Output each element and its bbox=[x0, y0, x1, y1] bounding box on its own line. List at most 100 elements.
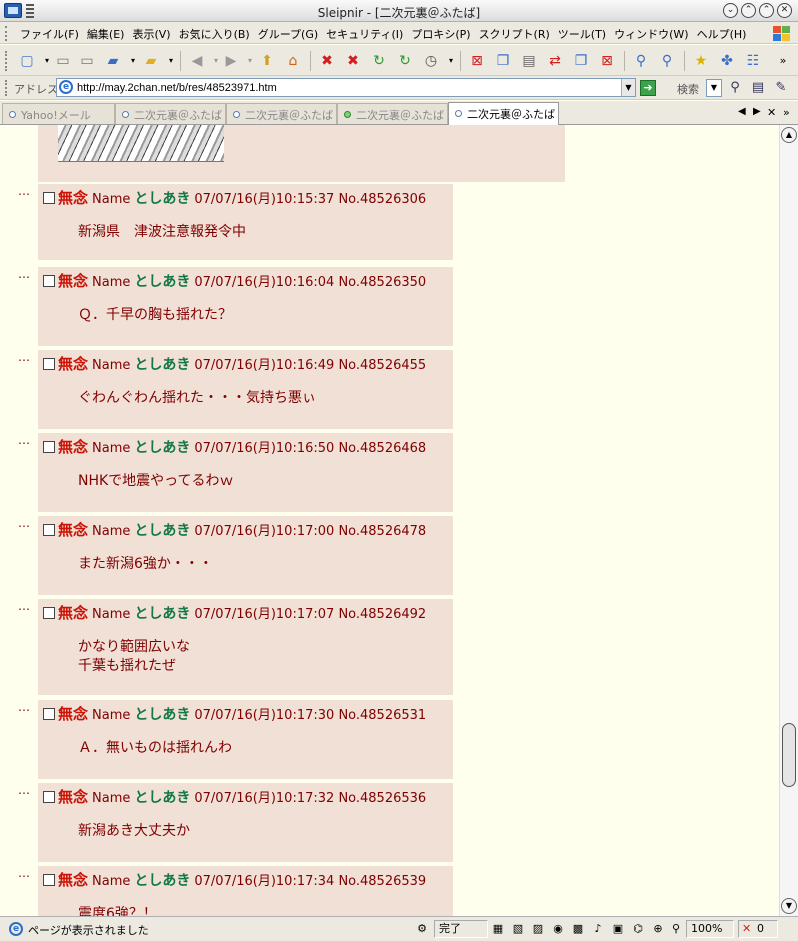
activex-icon[interactable]: ▩ bbox=[570, 921, 586, 937]
search-button[interactable]: ⚲ bbox=[727, 80, 743, 96]
highlight-button[interactable]: ⚲ bbox=[656, 50, 678, 72]
menu-script[interactable]: スクリプト(R) bbox=[479, 26, 550, 42]
tab-list-button[interactable]: » bbox=[783, 106, 790, 119]
reply-number[interactable]: No.48526350 bbox=[338, 275, 426, 290]
reply-number[interactable]: No.48526536 bbox=[338, 791, 426, 806]
menu-window[interactable]: ウィンドウ(W) bbox=[614, 26, 688, 42]
scroll-down-button[interactable]: ⌄ bbox=[723, 3, 738, 18]
reply-number[interactable]: No.48526468 bbox=[338, 441, 426, 456]
forward-dropdown[interactable]: ▾ bbox=[242, 50, 252, 72]
reply-number[interactable]: No.48526539 bbox=[338, 874, 426, 889]
menu-file[interactable]: ファイル(F) bbox=[20, 26, 79, 42]
search-engine-dropdown[interactable]: ▼ bbox=[706, 79, 722, 97]
open-folder-dropdown[interactable]: ▾ bbox=[124, 50, 136, 72]
new-page-button[interactable]: ▢ bbox=[16, 50, 38, 72]
zoom-level[interactable]: 100% bbox=[686, 920, 734, 938]
reload-all-button[interactable]: ↻ bbox=[394, 50, 416, 72]
scroll-up-button[interactable]: ⌃ bbox=[741, 3, 756, 18]
close-all-button[interactable]: ⊠ bbox=[596, 50, 618, 72]
popup-block-icon[interactable]: ▣ bbox=[610, 921, 626, 937]
close-others-button[interactable]: ✖ bbox=[342, 50, 364, 72]
blocked-count[interactable]: ✕ 0 bbox=[738, 920, 778, 938]
favorites-folder-button[interactable]: ▰ bbox=[140, 50, 162, 72]
reply-number[interactable]: No.48526492 bbox=[338, 607, 426, 622]
java-icon[interactable]: ◉ bbox=[550, 921, 566, 937]
groups-button[interactable]: ✤ bbox=[716, 50, 738, 72]
close-button[interactable]: ✕ bbox=[777, 3, 792, 18]
favorites-button[interactable]: ★ bbox=[690, 50, 712, 72]
delete-checkbox[interactable] bbox=[43, 275, 55, 287]
address-dropdown[interactable]: ▼ bbox=[621, 79, 635, 96]
address-handle[interactable] bbox=[5, 80, 9, 96]
open-folder-button[interactable]: ▰ bbox=[102, 50, 124, 72]
document-button[interactable]: ▭ bbox=[52, 50, 74, 72]
tab-yahoo-mail[interactable]: Yahoo!メール bbox=[2, 103, 115, 124]
menu-favorites[interactable]: お気に入り(B) bbox=[179, 26, 250, 42]
restore-button[interactable]: ⌃ bbox=[759, 3, 774, 18]
delete-checkbox[interactable] bbox=[43, 358, 55, 370]
vertical-scrollbar[interactable]: ▲ ▼ bbox=[779, 125, 798, 916]
cookie-icon[interactable]: ▧ bbox=[510, 921, 526, 937]
menu-edit[interactable]: 編集(E) bbox=[87, 26, 125, 42]
tree-button[interactable]: ☷ bbox=[742, 50, 764, 72]
tab-futaba-3[interactable]: 二次元裏＠ふたば bbox=[337, 103, 448, 124]
delete-checkbox[interactable] bbox=[43, 192, 55, 204]
reload-button[interactable]: ↻ bbox=[368, 50, 390, 72]
sound-icon[interactable]: ♪ bbox=[590, 921, 606, 937]
close-tab-button[interactable]: ✖ bbox=[316, 50, 338, 72]
tab-futaba-1[interactable]: 二次元裏＠ふたば bbox=[115, 103, 226, 124]
tile-button[interactable]: ▤ bbox=[518, 50, 540, 72]
proxy-status-icon[interactable]: ⚙ bbox=[414, 921, 430, 937]
find-button[interactable]: ⚲ bbox=[630, 50, 652, 72]
toolbar-handle[interactable] bbox=[5, 51, 9, 71]
back-dropdown[interactable]: ▾ bbox=[208, 50, 218, 72]
post-thumbnail-image[interactable] bbox=[58, 125, 224, 162]
delete-checkbox[interactable] bbox=[43, 791, 55, 803]
delete-checkbox[interactable] bbox=[43, 607, 55, 619]
reply-number[interactable]: No.48526478 bbox=[338, 524, 426, 539]
search-page-button[interactable]: ▤ bbox=[750, 80, 766, 96]
cascade-button[interactable]: ❐ bbox=[492, 50, 514, 72]
reply-number[interactable]: No.48526306 bbox=[338, 192, 426, 207]
menu-security[interactable]: セキュリティ(I) bbox=[326, 26, 403, 42]
tab-close-button[interactable]: ✕ bbox=[767, 106, 776, 119]
restore-all-button[interactable]: ❐ bbox=[570, 50, 592, 72]
auto-refresh-dropdown[interactable]: ▾ bbox=[442, 50, 454, 72]
menu-view[interactable]: 表示(V) bbox=[132, 26, 170, 42]
image-icon[interactable]: ▨ bbox=[530, 921, 546, 937]
reply-number[interactable]: No.48526531 bbox=[338, 708, 426, 723]
address-input[interactable] bbox=[77, 80, 617, 95]
delete-checkbox[interactable] bbox=[43, 441, 55, 453]
highlight-pen-button[interactable]: ✎ bbox=[773, 80, 789, 96]
address-field[interactable]: e ▼ bbox=[56, 78, 636, 97]
delete-checkbox[interactable] bbox=[43, 524, 55, 536]
scrollbar-thumb[interactable] bbox=[782, 723, 796, 787]
tab-futaba-active[interactable]: 二次元裏＠ふたば bbox=[448, 102, 559, 125]
tab-prev-button[interactable]: ◀ bbox=[738, 106, 746, 117]
auto-refresh-button[interactable]: ◷ bbox=[420, 50, 442, 72]
go-button[interactable]: ➜ bbox=[640, 80, 656, 96]
close-window-button[interactable]: ⊠ bbox=[466, 50, 488, 72]
delete-checkbox[interactable] bbox=[43, 708, 55, 720]
home-button[interactable]: ⌂ bbox=[282, 50, 304, 72]
minimize-all-button[interactable]: ⇄ bbox=[544, 50, 566, 72]
tab-next-button[interactable]: ▶ bbox=[753, 106, 761, 117]
menu-proxy[interactable]: プロキシ(P) bbox=[411, 26, 470, 42]
reply-number[interactable]: No.48526455 bbox=[338, 358, 426, 373]
forward-button[interactable]: ▶ bbox=[220, 50, 242, 72]
scroll-down-arrow[interactable]: ▼ bbox=[781, 898, 797, 914]
delete-checkbox[interactable] bbox=[43, 874, 55, 886]
menu-group[interactable]: グループ(G) bbox=[258, 26, 318, 42]
scroll-up-arrow[interactable]: ▲ bbox=[781, 127, 797, 143]
menu-tools[interactable]: ツール(T) bbox=[558, 26, 606, 42]
up-button[interactable]: ⬆ bbox=[256, 50, 278, 72]
security-lock-icon[interactable]: ⊕ bbox=[650, 921, 666, 937]
tab-futaba-2[interactable]: 二次元裏＠ふたば bbox=[226, 103, 337, 124]
menu-handle[interactable] bbox=[5, 26, 9, 41]
toolbar-overflow-button[interactable]: » bbox=[774, 50, 790, 72]
menu-help[interactable]: ヘルプ(H) bbox=[697, 26, 747, 42]
favorites-dropdown[interactable]: ▾ bbox=[162, 50, 174, 72]
new-page-dropdown[interactable]: ▾ bbox=[38, 50, 50, 72]
document-copy-button[interactable]: ▭ bbox=[76, 50, 98, 72]
network-icon[interactable]: ⌬ bbox=[630, 921, 646, 937]
